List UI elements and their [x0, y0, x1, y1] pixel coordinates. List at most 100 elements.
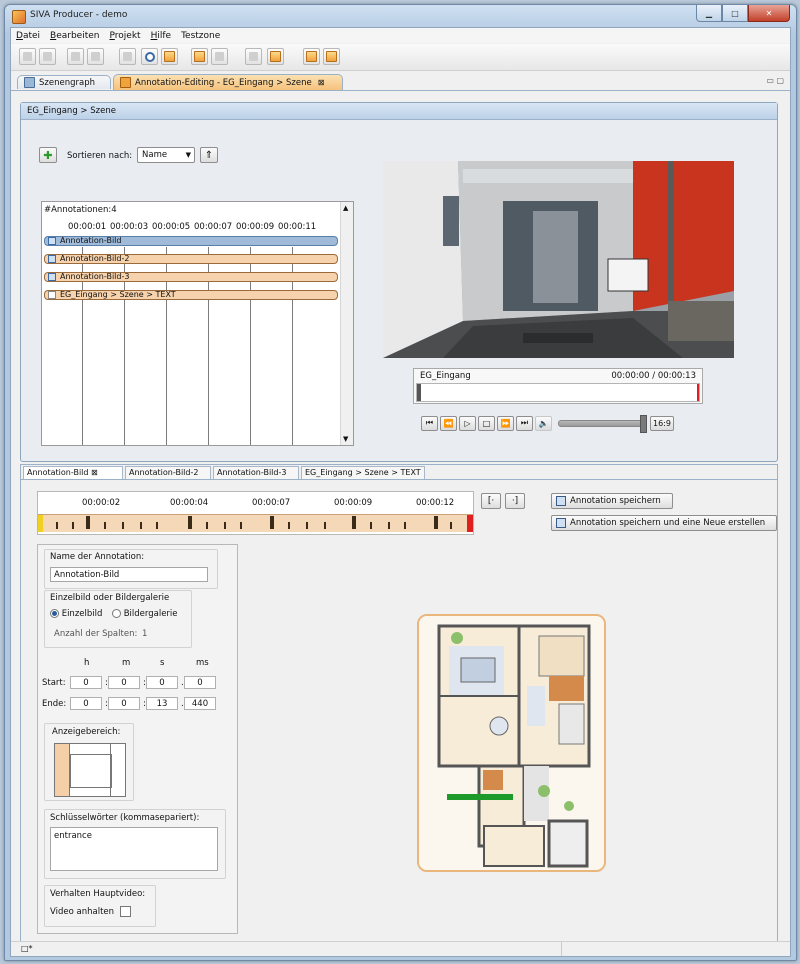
toolbar — [11, 44, 790, 71]
sort-select[interactable]: Name ▼ — [137, 147, 195, 163]
jump-end-button[interactable]: ⏭ — [516, 415, 533, 431]
panel-controls[interactable]: ▭ ▢ — [766, 76, 784, 85]
undo-icon — [71, 52, 80, 61]
mute-button[interactable]: 🔈 — [535, 415, 552, 431]
start-minutes-input[interactable]: 0 — [108, 676, 140, 689]
maximize-panel-icon[interactable]: ▢ — [776, 76, 784, 85]
start-milliseconds-input[interactable]: 0 — [184, 676, 216, 689]
menu-bearbeiten[interactable]: Bearbeiten — [45, 31, 104, 41]
play-button[interactable]: ▷ — [459, 415, 476, 431]
single-image-radio[interactable]: Einzelbild — [50, 609, 102, 619]
export-button[interactable] — [245, 48, 262, 65]
subtab-text[interactable]: EG_Eingang > Szene > TEXT — [301, 466, 425, 479]
set-start-button[interactable]: [· — [481, 493, 501, 509]
annotation-detail-panel: Annotation-Bild ⊠ Annotation-Bild-2 Anno… — [20, 464, 778, 950]
radio-selected-icon — [50, 609, 59, 618]
keywords-textarea[interactable]: entrance — [50, 827, 218, 871]
seek-bar[interactable] — [416, 383, 700, 402]
menu-projekt[interactable]: Projekt — [105, 31, 146, 41]
preview-icon — [306, 51, 317, 62]
annotation-icon — [120, 77, 131, 88]
redo-button[interactable] — [87, 48, 104, 65]
annotation-name-input[interactable]: Annotation-Bild — [50, 567, 208, 582]
minimize-panel-icon[interactable]: ▭ — [766, 76, 774, 85]
sort-direction-button[interactable]: ⇑ — [200, 147, 218, 163]
publish-icon — [326, 51, 337, 62]
text-icon — [48, 291, 56, 299]
pause-video-checkbox[interactable] — [120, 906, 131, 917]
app-icon — [12, 10, 26, 24]
display-area-selector[interactable] — [54, 743, 126, 797]
new-task-icon[interactable]: □* — [21, 944, 33, 953]
tab-scenegraph[interactable]: Szenengraph — [17, 75, 111, 89]
annotation-item[interactable]: Annotation-Bild-3 — [44, 272, 338, 282]
annotation-item[interactable]: EG_Eingang > Szene > TEXT — [44, 290, 338, 300]
gallery-radio[interactable]: Bildergalerie — [112, 609, 178, 619]
close-button[interactable]: ✕ — [748, 5, 790, 22]
annotation-item[interactable]: Annotation-Bild-2 — [44, 254, 338, 264]
save-and-new-button[interactable]: Annotation speichern und eine Neue erste… — [551, 515, 777, 531]
media-button[interactable] — [161, 48, 178, 65]
display-area-center[interactable] — [70, 754, 112, 788]
display-area-left[interactable] — [55, 744, 70, 796]
end-milliseconds-input[interactable]: 440 — [184, 697, 216, 710]
menu-datei[interactable]: Datei — [11, 31, 45, 41]
minimize-button[interactable]: ▁ — [696, 5, 722, 22]
video-frame-image — [383, 161, 734, 358]
timeline-ruler[interactable] — [38, 514, 473, 532]
jump-start-button[interactable]: ⏮ — [421, 415, 438, 431]
scene-settings-button[interactable] — [211, 48, 228, 65]
title-bar[interactable]: SIVA Producer - demo ▁ □ ✕ — [5, 5, 796, 27]
zoom-button[interactable] — [141, 48, 158, 65]
preview-button[interactable] — [303, 48, 320, 65]
step-back-button[interactable]: ⏪ — [440, 415, 457, 431]
subtab-annotation-bild-3[interactable]: Annotation-Bild-3 — [213, 466, 299, 479]
scroll-up-icon[interactable]: ▲ — [343, 204, 348, 212]
subtab-annotation-bild[interactable]: Annotation-Bild ⊠ — [23, 466, 123, 479]
name-label: Name der Annotation: — [50, 552, 145, 562]
floor-plan-image — [419, 616, 604, 870]
display-area-right[interactable] — [110, 744, 125, 796]
maximize-button[interactable]: □ — [722, 5, 748, 22]
milliseconds-label: ms — [196, 658, 209, 668]
end-seconds-input[interactable]: 13 — [146, 697, 178, 710]
annotation-item[interactable]: Annotation-Bild — [44, 236, 338, 246]
step-forward-button[interactable]: ⏩ — [497, 415, 514, 431]
seek-handle[interactable] — [417, 384, 421, 401]
set-end-button[interactable]: ·] — [505, 493, 525, 509]
new-button[interactable] — [19, 48, 36, 65]
stop-button[interactable]: □ — [478, 415, 495, 431]
menu-testzone[interactable]: Testzone — [176, 31, 225, 41]
end-hours-input[interactable]: 0 — [70, 697, 102, 710]
radio-empty-icon — [112, 609, 121, 618]
subtab-annotation-bild-2[interactable]: Annotation-Bild-2 — [125, 466, 211, 479]
add-scene-button[interactable] — [191, 48, 208, 65]
pause-video-label: Video anhalten — [50, 907, 115, 917]
save-button[interactable] — [39, 48, 56, 65]
add-scene-icon — [194, 51, 205, 62]
aspect-ratio-button[interactable]: 16:9 — [650, 415, 674, 431]
start-hours-input[interactable]: 0 — [70, 676, 102, 689]
undo-button[interactable] — [67, 48, 84, 65]
tab-annotation-editing[interactable]: Annotation-Editing - EG_Eingang > Szene … — [113, 74, 343, 90]
menu-hilfe[interactable]: Hilfe — [146, 31, 177, 41]
annotation-timeline[interactable]: 00:00:02 00:00:04 00:00:07 00:00:09 00:0… — [37, 491, 474, 535]
end-marker[interactable] — [467, 515, 473, 532]
media-icon — [164, 51, 175, 62]
volume-handle[interactable] — [640, 414, 647, 433]
annotation-list-scrollbar[interactable]: ▲ ▼ — [340, 202, 353, 445]
start-marker[interactable] — [38, 515, 43, 532]
scroll-down-icon[interactable]: ▼ — [343, 435, 348, 443]
close-tab-icon[interactable]: ⊠ — [318, 78, 325, 87]
image-icon — [48, 255, 56, 263]
save-annotation-button[interactable]: Annotation speichern — [551, 493, 673, 509]
video-preview[interactable] — [383, 161, 734, 358]
copy-button[interactable] — [119, 48, 136, 65]
list-button[interactable] — [267, 48, 284, 65]
close-tab-icon[interactable]: ⊠ — [91, 468, 98, 477]
publish-button[interactable] — [323, 48, 340, 65]
volume-slider[interactable] — [558, 414, 647, 433]
add-annotation-button[interactable]: ✚ — [39, 147, 57, 163]
end-minutes-input[interactable]: 0 — [108, 697, 140, 710]
start-seconds-input[interactable]: 0 — [146, 676, 178, 689]
